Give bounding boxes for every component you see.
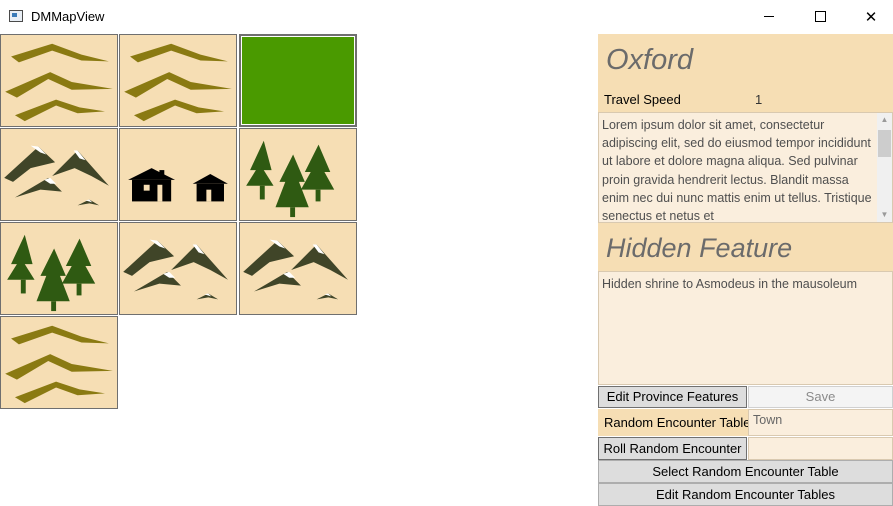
description-text: Lorem ipsum dolor sit amet, consectetur … <box>602 118 872 223</box>
minimize-icon <box>764 16 774 17</box>
forest-icon <box>246 140 335 218</box>
travel-speed-row: Travel Speed 1 <box>598 87 893 112</box>
map-tile-forest[interactable] <box>0 222 118 315</box>
description-scrollbar[interactable]: ▲ ▼ <box>877 113 892 222</box>
map-tile-hills[interactable] <box>0 316 118 409</box>
mountains-icon <box>4 145 109 206</box>
hills-icon <box>5 325 113 404</box>
scroll-up-icon[interactable]: ▲ <box>877 113 892 127</box>
select-random-encounter-table-button[interactable]: Select Random Encounter Table <box>598 460 893 483</box>
scroll-thumb[interactable] <box>878 130 891 157</box>
travel-speed-value[interactable]: 1 <box>755 92 762 107</box>
save-button[interactable]: Save <box>748 386 893 408</box>
close-button[interactable]: ✕ <box>848 0 893 33</box>
province-description[interactable]: Lorem ipsum dolor sit amet, consectetur … <box>598 112 893 223</box>
random-encounter-table-label: Random Encounter Table <box>598 409 748 436</box>
map-tile-mountains[interactable] <box>119 222 237 315</box>
map-tile-mountains[interactable] <box>239 222 357 315</box>
travel-speed-label: Travel Speed <box>604 92 681 107</box>
mountains-icon <box>123 239 228 300</box>
scroll-down-icon[interactable]: ▼ <box>877 208 892 222</box>
map-tile-forest[interactable] <box>239 128 357 221</box>
forest-icon <box>7 234 96 312</box>
minimize-button[interactable] <box>746 0 792 33</box>
roll-random-encounter-button[interactable]: Roll Random Encounter <box>598 437 747 460</box>
random-encounter-table-value[interactable]: Town <box>748 409 893 436</box>
province-panel: Oxford Travel Speed 1 Lorem ipsum dolor … <box>598 34 893 506</box>
close-icon: ✕ <box>864 8 878 26</box>
app-icon <box>9 10 23 22</box>
maximize-button[interactable] <box>797 0 843 33</box>
mountains-icon <box>243 239 348 300</box>
title-bar: DMMapView ✕ <box>0 0 893 33</box>
map-tile-hills[interactable] <box>0 34 118 127</box>
hills-icon <box>5 43 113 122</box>
maximize-icon <box>814 11 826 22</box>
roll-result-field[interactable] <box>748 437 893 460</box>
town-icon <box>128 168 228 202</box>
hills-icon <box>124 43 232 122</box>
edit-random-encounter-tables-button[interactable]: Edit Random Encounter Tables <box>598 483 893 506</box>
window-title: DMMapView <box>31 9 105 24</box>
province-name: Oxford <box>598 34 893 87</box>
hidden-feature-text[interactable]: Hidden shrine to Asmodeus in the mausole… <box>598 271 893 385</box>
map-tile-town[interactable] <box>119 128 237 221</box>
map-tile-mountains[interactable] <box>0 128 118 221</box>
map-tile-grassland-selected[interactable] <box>239 34 357 127</box>
hidden-feature-title: Hidden Feature <box>598 223 893 271</box>
map-tile-hills[interactable] <box>119 34 237 127</box>
edit-province-features-button[interactable]: Edit Province Features <box>598 386 747 408</box>
